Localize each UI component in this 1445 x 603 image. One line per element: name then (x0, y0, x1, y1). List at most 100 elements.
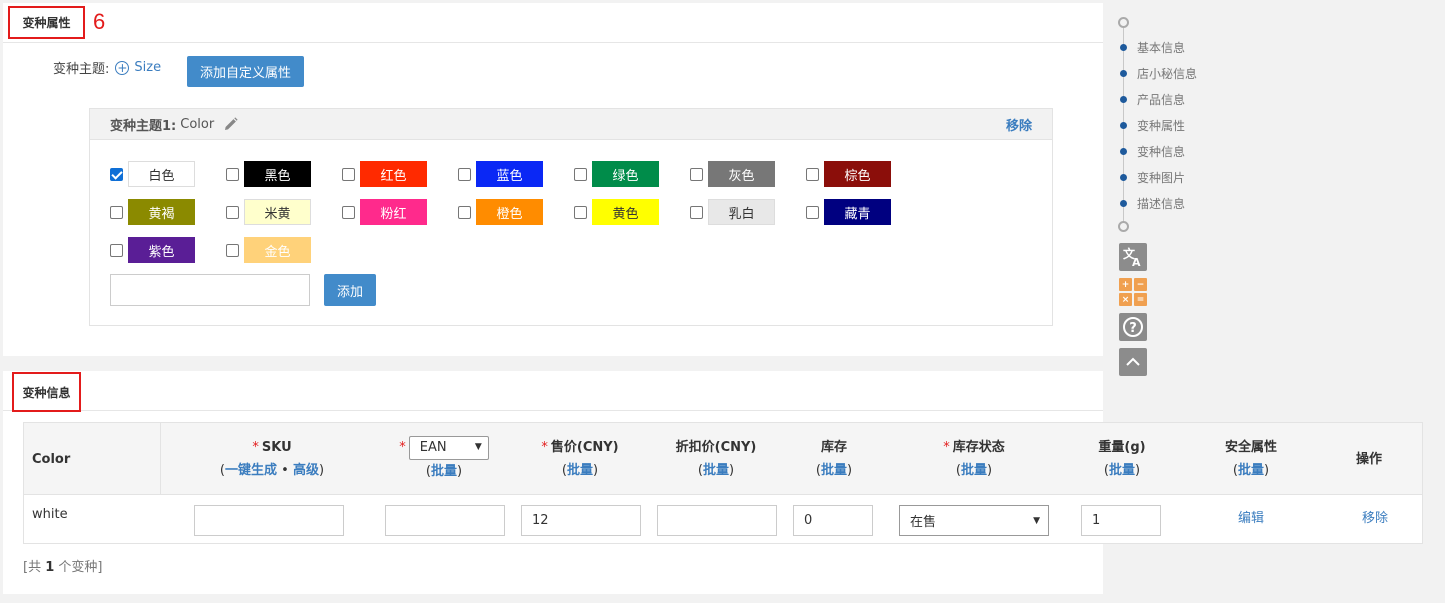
color-swatch: 红色 (360, 161, 427, 187)
col-safety: 安全属性 (批量) (1204, 423, 1298, 495)
weight-input[interactable]: 1 (1081, 505, 1161, 536)
nav-item-label: 描述信息 (1137, 197, 1186, 211)
nav-item[interactable]: 描述信息 (1120, 195, 1185, 212)
help-icon[interactable]: ? (1119, 313, 1147, 341)
color-checkbox[interactable] (806, 167, 819, 181)
count-prefix: [共 (23, 560, 42, 575)
color-checkbox[interactable] (458, 167, 471, 181)
color-checkbox[interactable] (342, 167, 355, 181)
stock-status-select[interactable]: 在售 ▼ (899, 505, 1049, 536)
calculator-icon[interactable]: + − × = (1119, 278, 1147, 306)
variant-count: [共 1 个变种] (23, 556, 102, 575)
add-color-button[interactable]: 添加 (324, 274, 376, 306)
price-input[interactable]: 12 (521, 505, 641, 536)
pencil-icon[interactable] (224, 117, 238, 131)
weight-batch-link[interactable]: 批量 (1109, 463, 1135, 478)
stock-input[interactable]: 0 (793, 505, 873, 536)
nav-item-label: 变种信息 (1137, 145, 1186, 159)
nav-item-label: 基本信息 (1137, 41, 1186, 55)
translate-icon[interactable]: 文 A (1119, 243, 1147, 271)
color-option[interactable]: 乳白 (690, 199, 775, 225)
nav-item[interactable]: 变种图片 (1120, 169, 1185, 186)
color-option[interactable]: 米黄 (226, 199, 311, 225)
back-to-top-icon[interactable] (1119, 348, 1147, 376)
nav-item-label: 产品信息 (1137, 93, 1186, 107)
color-option[interactable]: 橙色 (458, 199, 543, 225)
remove-theme-link[interactable]: 移除 (1006, 115, 1032, 134)
col-stock-status: * 库存状态 (批量) (943, 440, 1005, 478)
nav-item[interactable]: 基本信息 (1120, 39, 1185, 56)
nav-item-label: 店小秘信息 (1137, 67, 1198, 81)
color-checkbox[interactable] (110, 167, 123, 181)
required-mark: * (943, 440, 950, 455)
ean-select[interactable]: EAN ▼ (408, 435, 489, 460)
sku-generate-link[interactable]: 一键生成 (225, 463, 277, 478)
color-checkbox[interactable] (110, 243, 123, 257)
color-swatch: 乳白 (708, 199, 775, 225)
help-glyph: ? (1123, 317, 1143, 337)
variant-theme-label: 变种主题: (53, 62, 110, 77)
color-option[interactable]: 黄色 (574, 199, 659, 225)
col-weight: 重量(g) (批量) (1081, 423, 1163, 495)
add-size-theme-link[interactable]: + Size (115, 60, 161, 75)
color-option[interactable]: 灰色 (690, 161, 775, 187)
col-sku-label: SKU (261, 440, 292, 455)
color-checkbox[interactable] (690, 205, 703, 219)
nav-item[interactable]: 变种属性 (1120, 117, 1185, 134)
color-option[interactable]: 紫色 (110, 237, 195, 263)
required-mark: * (399, 440, 406, 455)
color-checkbox[interactable] (226, 205, 239, 219)
nav-item[interactable]: 产品信息 (1120, 91, 1185, 108)
panel-title: 变种属性 (8, 6, 85, 39)
remove-variant-link[interactable]: 移除 (1362, 507, 1388, 526)
color-option[interactable]: 红色 (342, 161, 427, 187)
color-checkbox[interactable] (806, 205, 819, 219)
sku-separator: • (281, 463, 289, 478)
col-action-label: 操作 (1355, 451, 1382, 467)
color-option[interactable]: 棕色 (806, 161, 891, 187)
ean-batch-link[interactable]: 批量 (431, 464, 457, 479)
color-option[interactable]: 白色 (110, 161, 195, 187)
color-swatch: 米黄 (244, 199, 311, 225)
discount-input[interactable] (657, 505, 777, 536)
nav-item-label: 变种属性 (1137, 119, 1186, 133)
col-discount: 折扣价(CNY) (批量) (655, 423, 777, 495)
color-option[interactable]: 蓝色 (458, 161, 543, 187)
add-custom-attribute-button[interactable]: 添加自定义属性 (187, 56, 304, 87)
color-option[interactable]: 绿色 (574, 161, 659, 187)
color-option[interactable]: 粉红 (342, 199, 427, 225)
stock-batch-link[interactable]: 批量 (821, 463, 847, 478)
sku-advanced-link[interactable]: 高级 (293, 463, 319, 478)
color-option[interactable]: 金色 (226, 237, 311, 263)
color-checkbox[interactable] (110, 205, 123, 219)
sku-input[interactable] (194, 505, 344, 536)
color-option[interactable]: 黑色 (226, 161, 311, 187)
color-checkbox[interactable] (574, 167, 587, 181)
ean-input[interactable] (385, 505, 505, 536)
color-swatch: 黑色 (244, 161, 311, 187)
safety-batch-link[interactable]: 批量 (1238, 463, 1264, 478)
col-ean: * EAN ▼ (批量) (383, 423, 505, 495)
color-checkbox[interactable] (690, 167, 703, 181)
color-checkbox[interactable] (458, 205, 471, 219)
color-checkbox[interactable] (226, 243, 239, 257)
color-option[interactable]: 藏青 (806, 199, 891, 225)
nav-dot-icon (1120, 174, 1127, 181)
col-price: * 售价(CNY) (批量) (541, 440, 619, 478)
nav-dot-icon (1120, 70, 1127, 77)
color-option[interactable]: 黄褐 (110, 199, 195, 225)
nav-item[interactable]: 变种信息 (1120, 143, 1185, 160)
color-checkbox[interactable] (226, 167, 239, 181)
color-swatch: 粉红 (360, 199, 427, 225)
color-checkbox[interactable] (342, 205, 355, 219)
new-color-input[interactable] (110, 274, 310, 306)
plus-circle-icon: + (115, 60, 130, 75)
price-batch-link[interactable]: 批量 (567, 463, 593, 478)
discount-batch-link[interactable]: 批量 (703, 463, 729, 478)
edit-safety-link[interactable]: 编辑 (1238, 507, 1264, 526)
calc-times: × (1119, 293, 1132, 306)
nav-item[interactable]: 店小秘信息 (1120, 65, 1197, 82)
color-checkbox[interactable] (574, 205, 587, 219)
calc-plus: + (1119, 278, 1132, 291)
stock-status-batch-link[interactable]: 批量 (961, 463, 987, 478)
